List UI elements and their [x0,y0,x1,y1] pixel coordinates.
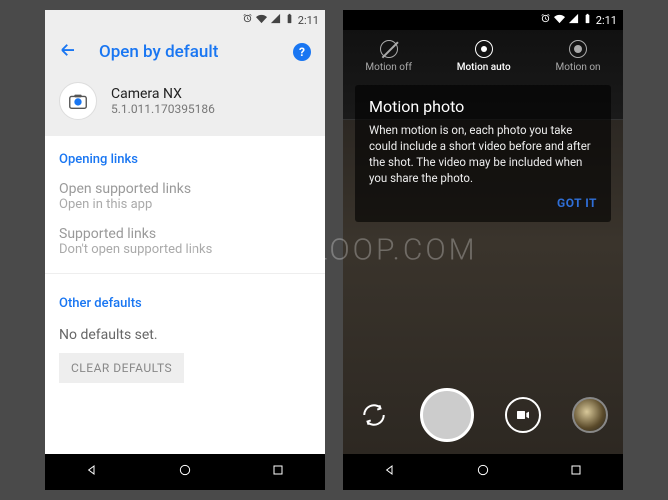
motion-auto-icon [475,40,493,58]
video-mode-button[interactable] [505,397,541,433]
alarm-icon [242,13,253,27]
signal-icon [568,13,579,27]
tooltip-body: When motion is on, each photo you take c… [369,122,597,186]
status-time: 2:11 [596,14,617,27]
nav-recents-icon[interactable] [568,462,584,482]
motion-off-icon [380,40,398,58]
app-icon [59,82,97,120]
camera-screen: 2:11 Motion off Motion auto Motion on Mo… [343,10,623,490]
page-title: Open by default [99,42,271,62]
nav-back-icon[interactable] [84,462,100,482]
status-time: 2:11 [298,14,319,27]
supported-links[interactable]: Supported links Don't open supported lin… [59,222,311,267]
tab-label: Motion off [365,62,412,73]
divider [45,273,325,274]
battery-icon [284,13,295,27]
switch-camera-icon[interactable] [359,400,389,430]
help-icon[interactable]: ? [293,43,311,61]
status-bar: 2:11 [45,10,325,30]
motion-on-tab[interactable]: Motion on [555,40,600,73]
camera-controls [343,376,623,454]
motion-tabs: Motion off Motion auto Motion on [343,30,623,79]
tooltip-title: Motion photo [369,97,597,116]
motion-on-icon [569,40,587,58]
back-icon[interactable] [59,41,77,63]
motion-tooltip: Motion photo When motion is on, each pho… [355,85,611,222]
nav-recents-icon[interactable] [270,462,286,482]
motion-off-tab[interactable]: Motion off [365,40,412,73]
app-name: Camera NX [111,86,215,102]
wifi-icon [554,13,565,27]
battery-icon [582,13,593,27]
pref-title: Open supported links [59,181,311,197]
settings-screen: 2:11 Open by default ? Camera NX 5.1.011… [45,10,325,490]
wifi-icon [256,13,267,27]
nav-bar [45,454,325,490]
no-defaults-text: No defaults set. [59,321,311,353]
app-info-header: Camera NX 5.1.011.170395186 [45,74,325,136]
pref-title: Supported links [59,226,311,242]
tab-label: Motion auto [457,62,511,73]
open-supported-links[interactable]: Open supported links Open in this app [59,177,311,222]
nav-back-icon[interactable] [382,462,398,482]
app-version: 5.1.011.170395186 [111,102,215,116]
nav-home-icon[interactable] [475,462,491,482]
shutter-button[interactable] [420,388,474,442]
pref-subtitle: Open in this app [59,197,311,212]
clear-defaults-button[interactable]: CLEAR DEFAULTS [59,353,184,383]
motion-auto-tab[interactable]: Motion auto [457,40,511,73]
opening-links-section: Opening links [59,136,311,177]
nav-bar [343,454,623,490]
tab-label: Motion on [555,62,600,73]
settings-content: Opening links Open supported links Open … [45,136,325,454]
nav-home-icon[interactable] [177,462,193,482]
got-it-button[interactable]: GOT IT [369,196,597,210]
alarm-icon [540,13,551,27]
other-defaults-section: Other defaults [59,280,311,321]
gallery-thumbnail[interactable] [572,397,608,433]
signal-icon [270,13,281,27]
camera-viewfinder[interactable]: Motion off Motion auto Motion on Motion … [343,30,623,454]
status-bar: 2:11 [343,10,623,30]
app-bar: Open by default ? [45,30,325,74]
pref-subtitle: Don't open supported links [59,242,311,257]
